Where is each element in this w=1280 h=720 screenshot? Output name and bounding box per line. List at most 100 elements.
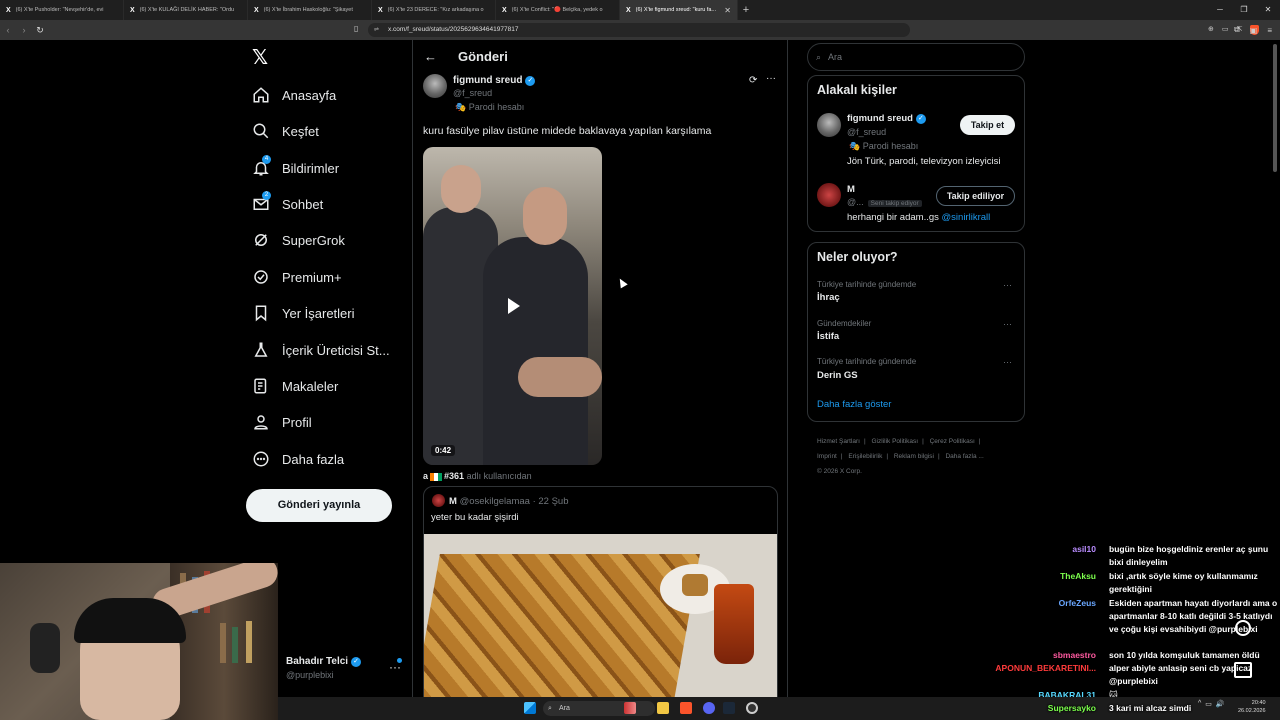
sidebar-icon[interactable]: ▣ (1250, 26, 1258, 35)
forward-nav-icon[interactable]: › (16, 25, 32, 35)
close-tab-icon[interactable]: ✕ (724, 6, 731, 15)
sidebar-item-notifications[interactable]: 4 Bildirimler (252, 155, 340, 180)
home-icon (252, 86, 270, 104)
sidebar-item-creator-studio[interactable]: İçerik Üreticisi St... (252, 338, 390, 362)
sidebar-item-label: Keşfet (282, 123, 319, 139)
sidebar-item-explore[interactable]: Keşfet (252, 119, 319, 143)
quote-image[interactable] (424, 534, 777, 720)
trends-card (807, 242, 1025, 422)
footer-link[interactable]: Gizlilik Politikası (872, 438, 919, 445)
zoom-icon[interactable]: ⊕ (1208, 23, 1214, 37)
browser-tools: ⧉ ▣ ≡ (1234, 20, 1272, 40)
browser-tab[interactable]: X (6) X'te Conflict: "🔴 Belçika, yedek o (496, 0, 620, 20)
browser-tab-active[interactable]: X (6) X'te figmund sreud: "kuru fa... ✕ (620, 0, 738, 20)
sidebar-item-label: Profil (282, 414, 312, 430)
chat-message: sbmaestro son 10 yılda komşuluk tamamen ö… (990, 649, 1280, 662)
footer-link[interactable]: Imprint (817, 453, 837, 460)
bio-mention-link[interactable]: @sinirlikrall (942, 212, 991, 223)
back-arrow-icon[interactable]: ← (424, 49, 437, 64)
author-handle[interactable]: @f_sreud (453, 88, 492, 98)
browser-tab[interactable]: X (6) X'te İbrahim Haskoloğlu: "Şikayet (248, 0, 372, 20)
browser-tab[interactable]: X (6) X'te Pusholder: "Nevşehir'de, evi (0, 0, 124, 20)
streamer-cap (74, 598, 186, 643)
footer-link[interactable]: Reklam bilgisi (894, 453, 934, 460)
scrollbar[interactable] (1273, 44, 1277, 172)
footer-separator: | (922, 438, 924, 445)
browser-tab[interactable]: X (6) X'te 23 DERECE: "Kız arkadaşına o (372, 0, 496, 20)
avatar[interactable] (432, 494, 445, 507)
person-name-row[interactable]: figmund sreud ✓ (847, 113, 926, 124)
minimize-icon[interactable]: ─ (1208, 0, 1232, 20)
sidebar-item-home[interactable]: Anasayfa (252, 83, 336, 107)
browser-tab[interactable]: X (6) X'te KULAĞI DELİK HABER: "Ordu (124, 0, 248, 20)
back-nav-icon[interactable]: ‹ (0, 25, 16, 35)
quote-author[interactable]: M @osekilgelamaa · 22 Şub (449, 496, 569, 507)
sidebar-item-bookmarks[interactable]: Yer İşaretleri (252, 301, 355, 325)
author-name-row[interactable]: figmund sreud ✓ (453, 75, 536, 86)
reload-icon[interactable]: ↻ (32, 25, 48, 36)
more-options-icon[interactable]: ··· (1003, 280, 1012, 290)
footer-link[interactable]: Çerez Politikası (930, 438, 975, 445)
footer-link[interactable]: Hizmet Şartları (817, 438, 860, 445)
sidebar-item-more[interactable]: Daha fazla (252, 447, 344, 471)
site-info-icon[interactable]: ⇌ (374, 23, 379, 37)
sidebar-item-profile[interactable]: Profil (252, 410, 312, 434)
sidebar-item-chat[interactable]: 2 Sohbet (252, 191, 323, 216)
chat-overlay-icon (1235, 620, 1251, 636)
taskbar-search[interactable]: ⌕ Ara (543, 701, 655, 716)
account-switcher[interactable]: Bahadır Telci ✓ @purplebixi (286, 656, 362, 680)
avatar[interactable] (423, 74, 447, 98)
trend-name[interactable]: İstifa (817, 331, 839, 342)
sidebar-item-premium[interactable]: Premium+ (252, 265, 342, 289)
footer-link[interactable]: Erişilebilirlik (848, 453, 882, 460)
url-field[interactable]: ⇌ x.com/f_sreud/status/20256296346419778… (368, 23, 1260, 37)
cast-icon[interactable]: ▭ (1222, 23, 1229, 37)
bookmark-page-icon[interactable]: ▯ (354, 24, 358, 33)
sidebar-item-supergrok[interactable]: SuperGrok (252, 228, 345, 252)
x-logo-icon[interactable]: 𝕏 (252, 48, 272, 68)
obs-icon[interactable] (746, 702, 758, 714)
person-name[interactable]: M (847, 184, 855, 195)
window-controls: ─ ❐ ✕ (1208, 0, 1280, 20)
person-handle: @... (847, 197, 864, 207)
sidebar-item-label: Anasayfa (282, 87, 337, 103)
avatar[interactable] (817, 113, 841, 137)
following-button[interactable]: Takip ediliyor (936, 186, 1015, 206)
chat-username: OrfeZeus (1058, 598, 1096, 608)
more-options-icon[interactable]: ··· (1003, 319, 1012, 329)
footer-link[interactable]: Daha fazla ... (945, 453, 983, 460)
show-more-link[interactable]: Daha fazla göster (817, 399, 891, 410)
chat-text: bugün bize hoşgeldiniz erenler aç şunu b… (1109, 544, 1269, 567)
discord-icon[interactable] (703, 702, 715, 714)
close-window-icon[interactable]: ✕ (1256, 0, 1280, 20)
author-name: figmund sreud (453, 75, 523, 86)
attribution-user[interactable]: #361 (444, 471, 464, 481)
trend-name[interactable]: Derin GS (817, 370, 858, 381)
quote-author-name: M (449, 496, 457, 507)
folder-icon[interactable] (657, 702, 669, 714)
sidebar-item-articles[interactable]: Makaleler (252, 374, 338, 398)
taskbar-app-icon[interactable] (624, 702, 636, 714)
person-handle: @f_sreud (847, 127, 887, 137)
follow-button[interactable]: Takip et (960, 115, 1015, 135)
extensions-icon[interactable]: ⧉ (1234, 25, 1240, 35)
post-button[interactable]: Gönderi yayınla (246, 489, 392, 522)
menu-icon[interactable]: ≡ (1267, 26, 1272, 35)
search-input[interactable]: ⌕ Ara (807, 43, 1025, 71)
avatar[interactable] (817, 183, 841, 207)
play-icon[interactable] (503, 296, 523, 316)
chat-overlay-icon (1234, 662, 1252, 678)
sidebar-item-label: Bildirimler (282, 160, 340, 176)
more-options-icon[interactable]: ··· (766, 73, 776, 84)
trend-name[interactable]: İhraç (817, 292, 840, 303)
maximize-icon[interactable]: ❐ (1232, 0, 1256, 20)
windows-start-icon[interactable] (524, 702, 536, 714)
article-icon (252, 377, 270, 395)
more-options-icon[interactable]: ··· (1003, 357, 1012, 367)
brave-browser-icon[interactable] (680, 702, 692, 714)
column-divider (787, 40, 788, 720)
new-tab-button[interactable]: + (738, 4, 754, 16)
steam-icon[interactable] (723, 702, 735, 714)
x-logo-icon: X (378, 6, 383, 14)
grok-icon[interactable]: ⟳ (749, 75, 757, 86)
